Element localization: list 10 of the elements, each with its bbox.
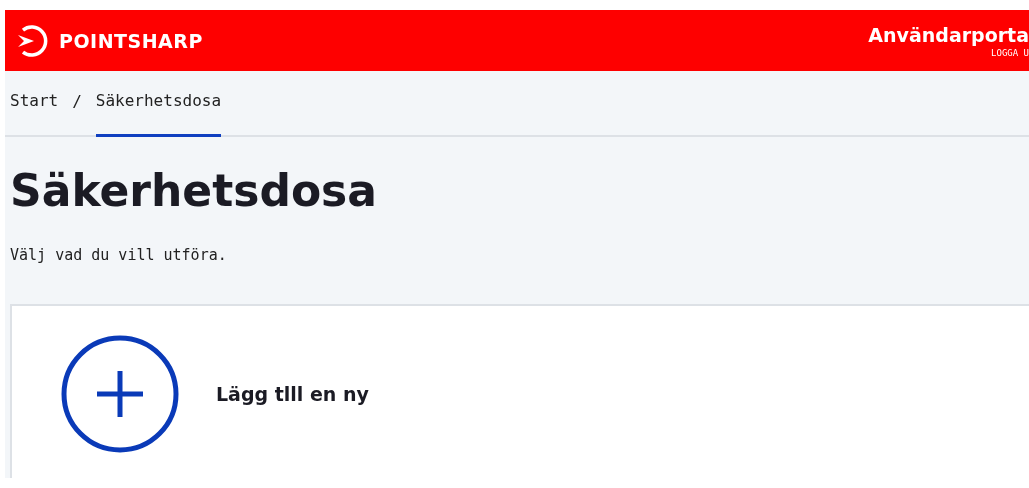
brand-name: POINTSHARP — [59, 29, 203, 52]
portal-title: Användarporta — [868, 23, 1029, 46]
add-new-link[interactable]: Lägg tlll en ny — [216, 383, 369, 405]
breadcrumb-link[interactable]: Säkerhetsdosa — [95, 71, 222, 137]
breadcrumb-separator: / — [72, 91, 82, 113]
logout-link[interactable]: LOGGA U — [991, 47, 1029, 58]
plus-circle-icon — [60, 334, 180, 454]
page-subtitle: Välj vad du vill utföra. — [10, 246, 228, 264]
breadcrumb-link[interactable]: Start — [10, 71, 59, 137]
page-title: Säkerhetsdosa — [10, 165, 378, 216]
